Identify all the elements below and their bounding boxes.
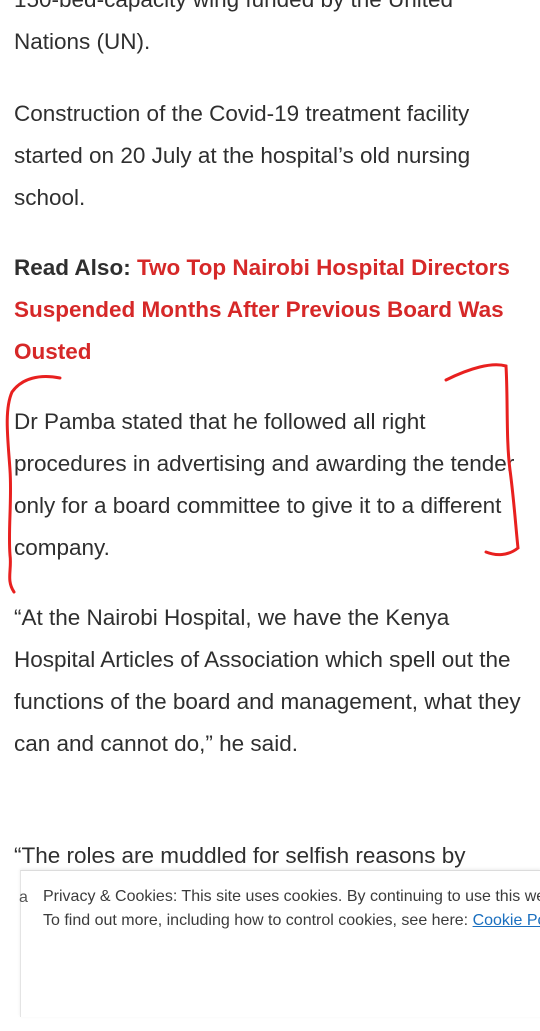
cookie-banner-text: Privacy & Cookies: This site uses cookie… bbox=[43, 885, 540, 933]
cookie-banner[interactable]: a Privacy & Cookies: This site uses cook… bbox=[19, 870, 540, 1017]
cookie-banner-line-2: To find out more, including how to contr… bbox=[43, 912, 469, 929]
paragraph-construction: Construction of the Covid-19 treatment f… bbox=[14, 101, 471, 210]
paragraph-nairobi-hospital-quote: “At the Nairobi Hospital, we have the Ke… bbox=[14, 605, 521, 756]
read-also-label: Read Also: bbox=[14, 255, 131, 280]
cookie-banner-partial-char: a bbox=[19, 889, 28, 906]
cookie-banner-line-1: Privacy & Cookies: This site uses cookie… bbox=[43, 888, 540, 905]
cookie-policy-link[interactable]: Cookie Policy bbox=[473, 912, 540, 929]
paragraph-dr-pamba: Dr Pamba stated that he followed all rig… bbox=[14, 409, 515, 560]
paragraph-cut-line: 150-bed-capacity wing funded by the Unit… bbox=[14, 0, 526, 63]
read-also: Read Also: Two Top Nairobi Hospital Dire… bbox=[14, 247, 526, 373]
paragraph-1-end: Nations (UN). bbox=[14, 29, 151, 54]
cut-line-text: 150-bed-capacity wing funded by the Unit… bbox=[14, 0, 453, 12]
